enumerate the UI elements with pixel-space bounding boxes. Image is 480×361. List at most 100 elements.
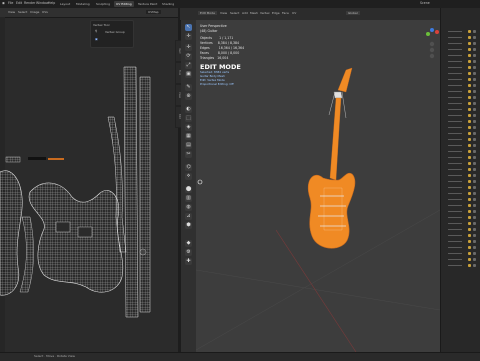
navigation-gizmo[interactable]	[424, 22, 440, 62]
outliner-row[interactable]	[448, 60, 478, 63]
settings-tool-icon[interactable]: ⚙	[185, 249, 192, 256]
outliner-row[interactable]	[448, 30, 478, 33]
mode-dropdown[interactable]: Edit Mode	[198, 11, 217, 15]
outliner-row[interactable]	[448, 144, 478, 147]
outliner-row[interactable]	[448, 156, 478, 159]
outliner-row[interactable]	[448, 216, 478, 219]
outliner-row[interactable]	[448, 84, 478, 87]
vp-menu-add[interactable]: Add	[242, 11, 248, 15]
gizmo-x-axis-icon[interactable]	[435, 30, 439, 34]
shear-tool-icon[interactable]: ⊿	[185, 213, 192, 220]
menu-render[interactable]: Render	[24, 1, 35, 5]
outliner-row[interactable]	[448, 48, 478, 51]
vp-menu-face[interactable]: Face	[282, 11, 289, 15]
zoom-icon[interactable]	[429, 41, 435, 47]
measure-tool-icon[interactable]: ⊕	[185, 93, 192, 100]
outliner-row[interactable]	[448, 174, 478, 177]
outliner-row[interactable]	[448, 42, 478, 45]
outliner-row[interactable]	[448, 120, 478, 123]
outliner-row[interactable]	[448, 228, 478, 231]
rotate-tool-icon[interactable]: ⟳	[185, 53, 192, 60]
bevel-tool-icon[interactable]: ▦	[185, 133, 192, 140]
transform-tool-icon[interactable]: ▣	[185, 71, 192, 78]
uv-menu-uvs[interactable]: UVs	[42, 10, 48, 14]
gizmo-y-axis-icon[interactable]	[426, 32, 430, 36]
menu-help[interactable]: Help	[48, 1, 55, 5]
transform-orientation-dropdown[interactable]: Global	[346, 11, 360, 15]
tab-shading[interactable]: Shading	[160, 1, 176, 7]
stat-edges-label: Edges	[200, 46, 210, 50]
outliner-row[interactable]	[448, 162, 478, 165]
outliner-row[interactable]	[448, 36, 478, 39]
inset-tool-icon[interactable]: ◈	[185, 124, 192, 131]
outliner-row[interactable]	[448, 246, 478, 249]
uv-menu-select[interactable]: Select	[18, 10, 27, 14]
outliner-row[interactable]	[448, 126, 478, 129]
outliner-row[interactable]	[448, 222, 478, 225]
pan-icon[interactable]	[429, 47, 435, 53]
vp-menu-uv[interactable]: UV	[292, 11, 296, 15]
vp-menu-mesh[interactable]: Mesh	[250, 11, 258, 15]
outliner-row[interactable]	[448, 168, 478, 171]
tab-modeling[interactable]: Modeling	[74, 1, 92, 7]
outliner-row[interactable]	[448, 66, 478, 69]
outliner-row[interactable]	[448, 264, 478, 267]
outliner-row[interactable]	[448, 150, 478, 153]
poly-build-tool-icon[interactable]: ⌬	[185, 164, 192, 171]
outliner-row[interactable]	[448, 132, 478, 135]
knife-tool-icon[interactable]: ✂	[185, 151, 192, 158]
outliner-row[interactable]	[448, 102, 478, 105]
vp-menu-edge[interactable]: Edge	[272, 11, 280, 15]
move-tool-icon[interactable]: ✛	[185, 44, 192, 51]
tab-uv-editing[interactable]: UV Editing	[114, 1, 134, 7]
uv-menu-view[interactable]: View	[8, 10, 15, 14]
add-tool-icon[interactable]: ✚	[185, 258, 192, 265]
camera-icon[interactable]	[429, 53, 435, 59]
menu-edit[interactable]: Edit	[16, 1, 22, 5]
outliner-row[interactable]	[448, 72, 478, 75]
rip-tool-icon[interactable]: ⬢	[185, 222, 192, 229]
shrink-tool-icon[interactable]: ◍	[185, 204, 192, 211]
vp-menu-view[interactable]: View	[220, 11, 227, 15]
outliner-row[interactable]	[448, 180, 478, 183]
menu-window[interactable]: Window	[36, 1, 49, 5]
uv-menu-image[interactable]: Image	[30, 10, 39, 14]
blender-logo-icon[interactable]: ◉	[2, 1, 5, 5]
vp-menu-select[interactable]: Select	[230, 11, 239, 15]
outliner-row[interactable]	[448, 114, 478, 117]
outliner-row[interactable]	[448, 78, 478, 81]
tab-sculpting[interactable]: Sculpting	[94, 1, 112, 7]
extrude-tool-icon[interactable]: ⬚	[185, 115, 192, 122]
menu-file[interactable]: File	[8, 1, 13, 5]
outliner-row[interactable]	[448, 198, 478, 201]
annotate-tool-icon[interactable]: ✎	[185, 84, 192, 91]
smooth-tool-icon[interactable]: ⬤	[185, 186, 192, 193]
uv-image-field[interactable]: UVMap	[146, 10, 161, 14]
edge-slide-tool-icon[interactable]: ▥	[185, 195, 192, 202]
outliner-row[interactable]	[448, 108, 478, 111]
material-tool-icon[interactable]: ◆	[185, 240, 192, 247]
cursor-tool-icon[interactable]: ✛	[185, 33, 192, 40]
outliner-row[interactable]	[448, 96, 478, 99]
scene-label[interactable]: Scene	[420, 1, 430, 5]
add-cube-tool-icon[interactable]: ◐	[185, 106, 192, 113]
scale-tool-icon[interactable]: ⤢	[185, 62, 192, 69]
outliner-row[interactable]	[448, 138, 478, 141]
outliner-row[interactable]	[448, 204, 478, 207]
outliner-row[interactable]	[448, 90, 478, 93]
tab-layout[interactable]: Layout	[58, 1, 72, 7]
outliner-row[interactable]	[448, 234, 478, 237]
outliner-row[interactable]	[448, 252, 478, 255]
outliner-row[interactable]	[448, 258, 478, 261]
outliner-row[interactable]	[448, 210, 478, 213]
tab-texture-paint[interactable]: Texture Paint	[136, 1, 159, 7]
select-box-tool-icon[interactable]: ↖	[185, 24, 192, 31]
vp-menu-vertex[interactable]: Vertex	[260, 11, 270, 15]
loop-cut-tool-icon[interactable]: ▤	[185, 142, 192, 149]
spin-tool-icon[interactable]: ⟡	[185, 173, 192, 180]
gizmo-z-axis-icon[interactable]	[430, 28, 434, 32]
outliner-row[interactable]	[448, 240, 478, 243]
outliner-row[interactable]	[448, 192, 478, 195]
outliner-row[interactable]	[448, 54, 478, 57]
outliner-row[interactable]	[448, 186, 478, 189]
